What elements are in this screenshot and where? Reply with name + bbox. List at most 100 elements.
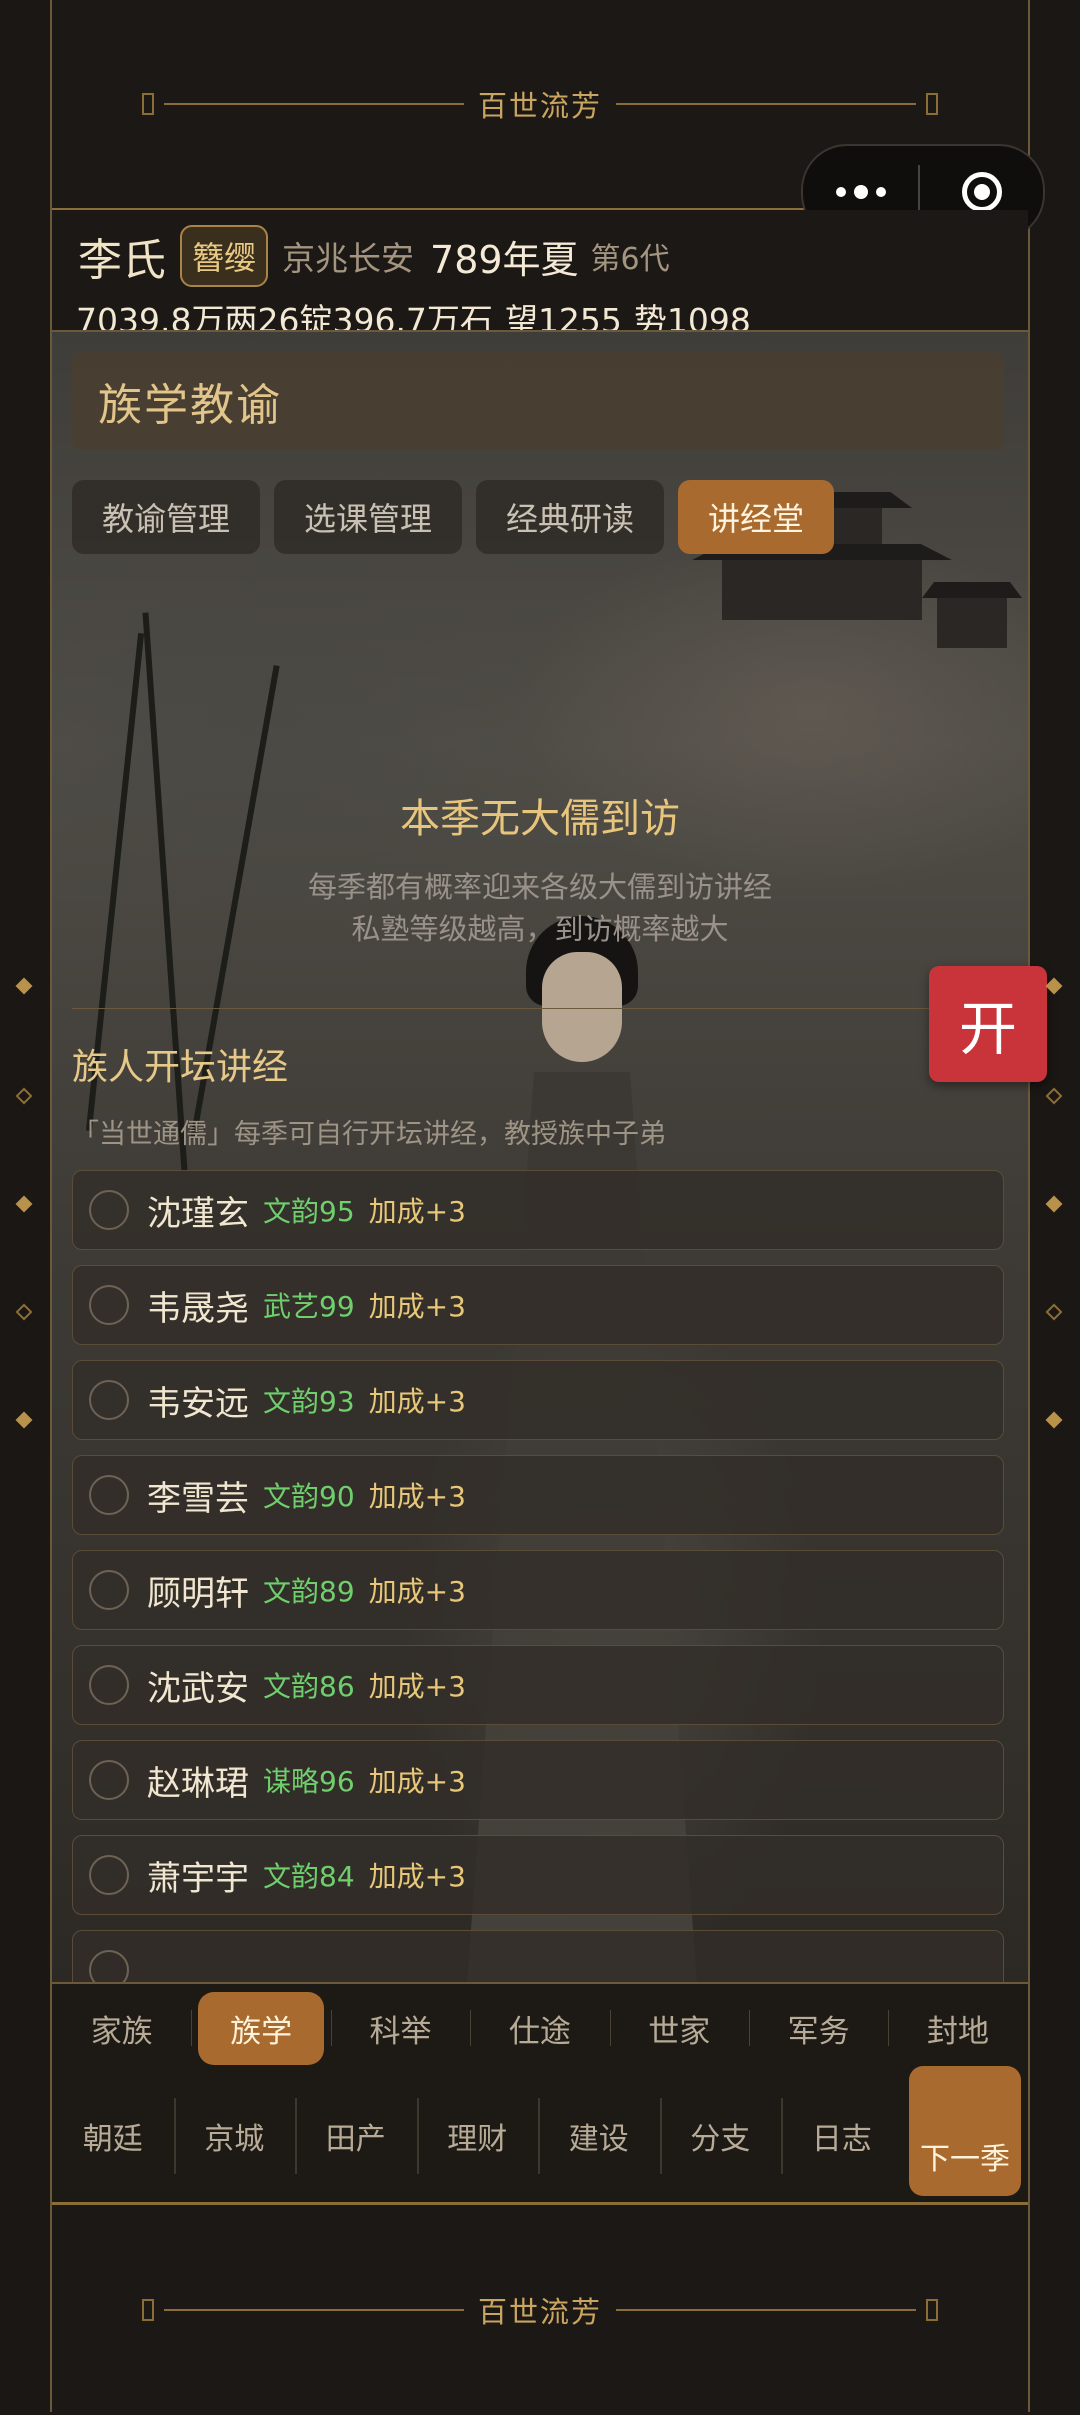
- select-radio[interactable]: [89, 1380, 129, 1420]
- member-attribute: 文韵86: [263, 1670, 355, 1703]
- generation-label: 第6代: [590, 242, 670, 277]
- member-bonus: 加成+3: [368, 1575, 466, 1608]
- nav-secondary-row: 朝廷 京城 田产 理财 建设 分支 日志: [52, 2088, 922, 2184]
- nav-item-branches[interactable]: 分支: [659, 2088, 782, 2184]
- side-ornament: [1045, 1411, 1063, 1429]
- side-ornament: [1045, 977, 1063, 995]
- tab-course-selection[interactable]: 选课管理: [274, 480, 463, 554]
- select-radio[interactable]: [89, 1950, 129, 1984]
- member-name: 韦安远: [147, 1383, 249, 1424]
- next-season-button[interactable]: 下一季: [909, 2066, 1021, 2196]
- nav-item-farmland[interactable]: 田产: [295, 2088, 417, 2184]
- lecture-section-desc: 「当世通儒」每季可自行开坛讲经，教授族中子弟: [72, 1119, 666, 1150]
- nav-item-exam[interactable]: 科举: [330, 1992, 470, 2064]
- banner-rule: [163, 103, 464, 105]
- nav-primary-row: 家族 族学 科举 仕途 世家 军务 封地: [52, 1991, 1028, 2065]
- banner-ornament: [926, 93, 938, 115]
- select-radio[interactable]: [89, 1285, 129, 1325]
- tab-teaching-management[interactable]: 教谕管理: [72, 480, 261, 554]
- nav-label: 仕途: [508, 2013, 571, 2050]
- member-row[interactable]: 沈武安 文韵86 加成+3: [72, 1645, 1004, 1725]
- nav-label: 封地: [927, 2013, 990, 2050]
- member-row[interactable]: 韦安远 文韵93 加成+3: [72, 1360, 1004, 1440]
- select-radio[interactable]: [89, 1760, 129, 1800]
- select-radio[interactable]: [89, 1665, 129, 1705]
- bottom-banner: 百世流芳: [52, 2202, 1028, 2415]
- visit-status-title: 本季无大儒到访: [400, 796, 680, 842]
- member-row[interactable]: 顾明轩 文韵89 加成+3: [72, 1550, 1004, 1630]
- member-bonus: 加成+3: [368, 1480, 466, 1513]
- member-row[interactable]: 沈瑾玄 文韵95 加成+3: [72, 1170, 1004, 1250]
- side-ornament: [15, 977, 33, 995]
- panel-tabs: 教谕管理 选课管理 经典研读 讲经堂: [72, 480, 835, 554]
- side-ornament: [1045, 1087, 1063, 1105]
- member-row[interactable]: 赵琳珺 谋略96 加成+3: [72, 1740, 1004, 1820]
- visit-desc-line1: 每季都有概率迎来各级大儒到访讲经: [307, 870, 772, 904]
- nav-item-academy[interactable]: 族学: [191, 1991, 330, 2065]
- nav-item-finance[interactable]: 理财: [416, 2088, 539, 2184]
- target-icon: [961, 172, 1002, 212]
- banner-rule: [616, 103, 916, 105]
- member-name: 赵琳珺: [147, 1763, 249, 1804]
- nav-item-military[interactable]: 军务: [748, 1992, 888, 2064]
- nav-label: 族学: [198, 1991, 325, 2065]
- member-name: 韦晟尧: [147, 1288, 249, 1329]
- status-bar: 李氏 簪缨 京兆长安 789年夏 第6代 7039.8万两26锭396.7万石望…: [52, 210, 1028, 340]
- tab-classics-study[interactable]: 经典研读: [476, 480, 665, 554]
- nav-label: 家族: [90, 2013, 153, 2050]
- select-radio[interactable]: [89, 1475, 129, 1515]
- side-ornament: [1045, 1195, 1063, 1213]
- more-menu-button[interactable]: [803, 185, 918, 199]
- more-dot-icon: [875, 187, 886, 197]
- bottom-navigation: 家族 族学 科举 仕途 世家 军务 封地 朝廷 京城 田产 理财 建设 分支 日…: [52, 1982, 1028, 2204]
- member-row[interactable]: 李雪芸 文韵90 加成+3: [72, 1455, 1004, 1535]
- member-attribute: 文韵93: [263, 1385, 355, 1418]
- side-ornament: [15, 1303, 33, 1321]
- banner-title: 百世流芳: [477, 89, 602, 123]
- member-name: 顾明轩: [147, 1573, 249, 1614]
- select-radio[interactable]: [89, 1855, 129, 1895]
- member-bonus: 加成+3: [368, 1290, 466, 1323]
- tab-lecture-hall[interactable]: 讲经堂: [678, 480, 835, 554]
- side-ornament: [15, 1411, 33, 1429]
- banner-ornament: [141, 93, 154, 115]
- member-name: 李雪芸: [147, 1478, 249, 1519]
- banner-rule: [616, 2309, 916, 2311]
- select-radio[interactable]: [89, 1570, 129, 1610]
- banner-ornament: [926, 2299, 938, 2321]
- banner-title: 百世流芳: [477, 2295, 602, 2329]
- location-label: 京兆长安: [282, 239, 415, 278]
- close-program-button[interactable]: [920, 172, 1043, 212]
- nav-item-career[interactable]: 仕途: [470, 1992, 609, 2064]
- member-row[interactable]: 韦晟尧 武艺99 加成+3: [72, 1265, 1004, 1345]
- frame-border-right: [1028, 0, 1030, 2412]
- member-attribute: 文韵89: [263, 1575, 355, 1608]
- nav-label: 军务: [787, 2013, 850, 2050]
- nav-item-fief[interactable]: 封地: [888, 1992, 1027, 2064]
- open-floating-button[interactable]: 开: [929, 966, 1047, 1082]
- side-ornament: [15, 1195, 33, 1213]
- rank-badge: 簪缨: [180, 225, 269, 287]
- banner-rule: [163, 2309, 464, 2311]
- member-attribute: 谋略96: [263, 1765, 355, 1798]
- member-bonus: 加成+3: [368, 1765, 466, 1798]
- member-name: 沈武安: [147, 1668, 249, 1709]
- member-bonus: 加成+3: [368, 1385, 466, 1418]
- nav-item-family[interactable]: 家族: [52, 1992, 191, 2064]
- more-dot-icon: [835, 187, 846, 197]
- member-row-partial[interactable]: [72, 1930, 1004, 1984]
- more-dot-icon: [853, 185, 868, 199]
- nav-item-noble-families[interactable]: 世家: [609, 1992, 749, 2064]
- nav-item-construction[interactable]: 建设: [538, 2088, 660, 2184]
- nav-label: 世家: [648, 2013, 711, 2050]
- nav-item-log[interactable]: 日志: [781, 2088, 903, 2184]
- member-bonus: 加成+3: [368, 1860, 466, 1893]
- member-row[interactable]: 萧宇宇 文韵84 加成+3: [72, 1835, 1004, 1915]
- year-label: 789年夏: [430, 237, 579, 282]
- member-attribute: 文韵84: [263, 1860, 355, 1893]
- nav-item-capital[interactable]: 京城: [173, 2088, 296, 2184]
- member-name: 萧宇宇: [147, 1858, 249, 1899]
- select-radio[interactable]: [89, 1190, 129, 1230]
- nav-item-court[interactable]: 朝廷: [52, 2088, 174, 2184]
- side-ornament: [15, 1087, 33, 1105]
